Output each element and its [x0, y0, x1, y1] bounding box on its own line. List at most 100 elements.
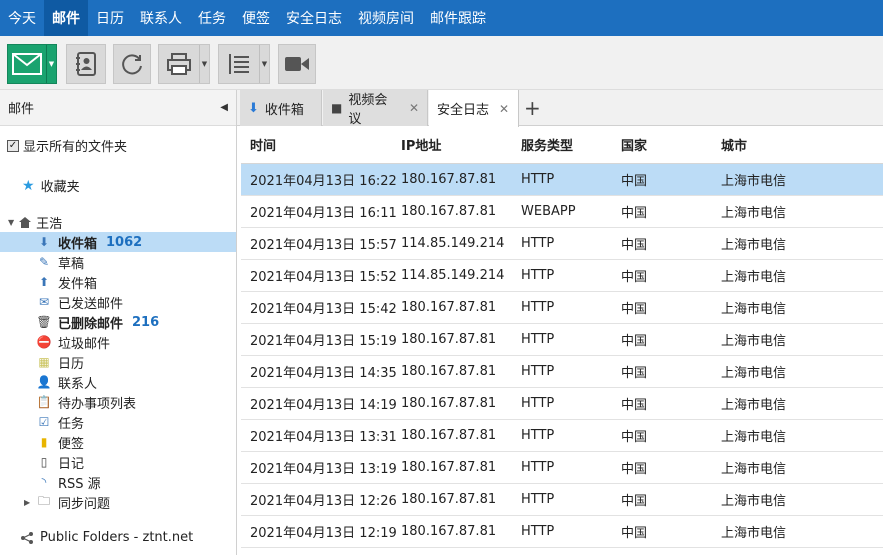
- column-country[interactable]: 国家: [621, 135, 721, 154]
- table-cell: HTTP: [521, 396, 555, 411]
- folder-pane-title: 邮件: [8, 102, 35, 117]
- table-cell: 2021年04月13日 16:11: [250, 206, 397, 221]
- table-row[interactable]: 2021年04月13日 14:35 180.167.87.81 HTTP 中国 上海市电…: [241, 356, 883, 388]
- chevron-down-icon[interactable]: ▼: [199, 45, 209, 83]
- show-all-folders-checkbox[interactable]: ✓ 显示所有的文件夹: [7, 136, 127, 155]
- nav-notes[interactable]: 便签: [234, 0, 278, 36]
- tab-security-log[interactable]: 安全日志 ✕: [429, 90, 519, 127]
- favorites-label: 收藏夹: [40, 180, 80, 195]
- column-ip[interactable]: IP地址: [401, 135, 521, 154]
- table-cell: 2021年04月13日 12:26: [250, 494, 397, 509]
- table-cell: 中国: [621, 366, 648, 381]
- table-cell: 180.167.87.81: [401, 332, 497, 347]
- envelope-icon: [12, 53, 42, 75]
- collapse-left-icon[interactable]: ◀: [220, 102, 228, 113]
- address-book-button[interactable]: [66, 44, 106, 84]
- table-row[interactable]: 2021年04月13日 13:19 180.167.87.81 HTTP 中国 上海市电…: [241, 452, 883, 484]
- table-row[interactable]: 2021年04月13日 15:57 114.85.149.214 HTTP 中国 上海市…: [241, 228, 883, 260]
- folder-deleted[interactable]: 🗑 已删除邮件 216: [0, 312, 236, 332]
- folder-tasks[interactable]: ☑ 任务: [0, 412, 236, 432]
- table-row[interactable]: 2021年04月13日 16:11 180.167.87.81 WEBAPP 中国 上海…: [241, 196, 883, 228]
- video-camera-icon: ■: [331, 101, 343, 115]
- table-cell: 上海市电信: [721, 334, 787, 349]
- table-cell: 中国: [621, 430, 648, 445]
- table-cell: HTTP: [521, 300, 555, 315]
- folder-todo[interactable]: 📋 待办事项列表: [0, 392, 236, 412]
- folder-notes[interactable]: ▮ 便签: [0, 432, 236, 452]
- print-button[interactable]: ▼: [158, 44, 210, 84]
- table-cell: 上海市电信: [721, 462, 787, 477]
- table-cell: 114.85.149.214: [401, 236, 505, 251]
- table-cell: 180.167.87.81: [401, 396, 497, 411]
- table-row[interactable]: 2021年04月13日 13:31 180.167.87.81 HTTP 中国 上海市电…: [241, 420, 883, 452]
- folder-junk[interactable]: ⛔ 垃圾邮件: [0, 332, 236, 352]
- tab-inbox[interactable]: ⬇ 收件箱: [240, 90, 322, 126]
- nav-video-room[interactable]: 视频房间: [350, 0, 422, 36]
- folder-calendar[interactable]: ▦ 日历: [0, 352, 236, 372]
- tab-video-meeting[interactable]: ■ 视频会议 ✕: [323, 90, 428, 127]
- table-row[interactable]: 2021年04月13日 12:26 180.167.87.81 HTTP 中国 上海市电…: [241, 484, 883, 516]
- nav-security-log[interactable]: 安全日志: [278, 0, 350, 36]
- table-cell: 180.167.87.81: [401, 524, 497, 539]
- nav-mail[interactable]: 邮件: [44, 0, 88, 36]
- chevron-right-icon[interactable]: ▶: [24, 498, 30, 507]
- inbox-icon: ⬇: [248, 100, 259, 116]
- user-account[interactable]: ▼ 王浩: [8, 213, 62, 232]
- table-cell: WEBAPP: [521, 204, 576, 219]
- favorites[interactable]: ★ 收藏夹: [22, 176, 80, 196]
- nav-tasks[interactable]: 任务: [190, 0, 234, 36]
- table-cell: 114.85.149.214: [401, 268, 505, 283]
- chevron-down-icon[interactable]: ▼: [259, 45, 269, 83]
- nav-calendar[interactable]: 日历: [88, 0, 132, 36]
- chevron-down-icon[interactable]: ▼: [8, 218, 14, 227]
- folder-sync-issues[interactable]: ▶ 🗀 同步问题: [0, 492, 236, 512]
- table-cell: 180.167.87.81: [401, 428, 497, 443]
- close-icon[interactable]: ✕: [409, 101, 419, 115]
- table-row[interactable]: 2021年04月13日 14:19 180.167.87.81 HTTP 中国 上海市电…: [241, 388, 883, 420]
- table-cell: 中国: [621, 398, 648, 413]
- folder-inbox[interactable]: ⬇ 收件箱 1062: [0, 232, 236, 252]
- table-cell: 2021年04月13日 13:31: [250, 430, 397, 445]
- close-icon[interactable]: ✕: [499, 102, 509, 116]
- public-folders[interactable]: Public Folders - ztnt.net: [20, 530, 193, 545]
- table-row[interactable]: 2021年04月13日 15:19 180.167.87.81 HTTP 中国 上海市电…: [241, 324, 883, 356]
- table-cell: 中国: [621, 206, 648, 221]
- address-book-icon: [76, 52, 96, 76]
- table-cell: 2021年04月13日 15:52: [250, 270, 397, 285]
- folder-journal[interactable]: ▯ 日记: [0, 452, 236, 472]
- table-cell: HTTP: [521, 332, 555, 347]
- table-cell: HTTP: [521, 460, 555, 475]
- table-cell: 上海市电信: [721, 430, 787, 445]
- table-row[interactable]: 2021年04月13日 12:19 180.167.87.81 HTTP 中国 上海市电…: [241, 516, 883, 548]
- add-tab-icon[interactable]: +: [524, 96, 541, 120]
- trash-icon: 🗑: [36, 315, 52, 329]
- folder-rss[interactable]: ◝ RSS 源: [0, 472, 236, 492]
- nav-mail-tracking[interactable]: 邮件跟踪: [422, 0, 494, 36]
- nav-contacts[interactable]: 联系人: [132, 0, 190, 36]
- folder-sent[interactable]: ✉ 已发送邮件: [0, 292, 236, 312]
- table-cell: HTTP: [521, 492, 555, 507]
- chevron-down-icon[interactable]: ▼: [46, 45, 56, 83]
- folder-drafts[interactable]: ✎ 草稿: [0, 252, 236, 272]
- new-mail-button[interactable]: ▼: [7, 44, 57, 84]
- folder-icon: 🗀: [37, 493, 50, 508]
- column-time[interactable]: 时间: [241, 135, 401, 154]
- refresh-button[interactable]: [113, 44, 151, 84]
- checkbox-icon[interactable]: ✓: [7, 139, 19, 152]
- clipboard-icon: 📋: [36, 395, 52, 409]
- column-service[interactable]: 服务类型: [521, 135, 621, 154]
- table-cell: 上海市电信: [721, 526, 787, 541]
- view-button[interactable]: ▼: [218, 44, 270, 84]
- table-row[interactable]: 2021年04月13日 16:22 180.167.87.81 HTTP 中国 上海市电…: [241, 164, 883, 196]
- table-row[interactable]: 2021年04月13日 15:42 180.167.87.81 HTTP 中国 上海市电…: [241, 292, 883, 324]
- folder-contacts[interactable]: 👤 联系人: [0, 372, 236, 392]
- nav-today[interactable]: 今天: [0, 0, 44, 36]
- table-cell: 中国: [621, 174, 648, 189]
- video-button[interactable]: [278, 44, 316, 84]
- calendar-icon: ▦: [38, 355, 50, 369]
- folder-outbox[interactable]: ⬆ 发件箱: [0, 272, 236, 292]
- column-city[interactable]: 城市: [721, 135, 871, 154]
- table-cell: 2021年04月13日 12:19: [250, 526, 397, 541]
- note-icon: ▮: [40, 435, 48, 449]
- table-row[interactable]: 2021年04月13日 15:52 114.85.149.214 HTTP 中国 上海市…: [241, 260, 883, 292]
